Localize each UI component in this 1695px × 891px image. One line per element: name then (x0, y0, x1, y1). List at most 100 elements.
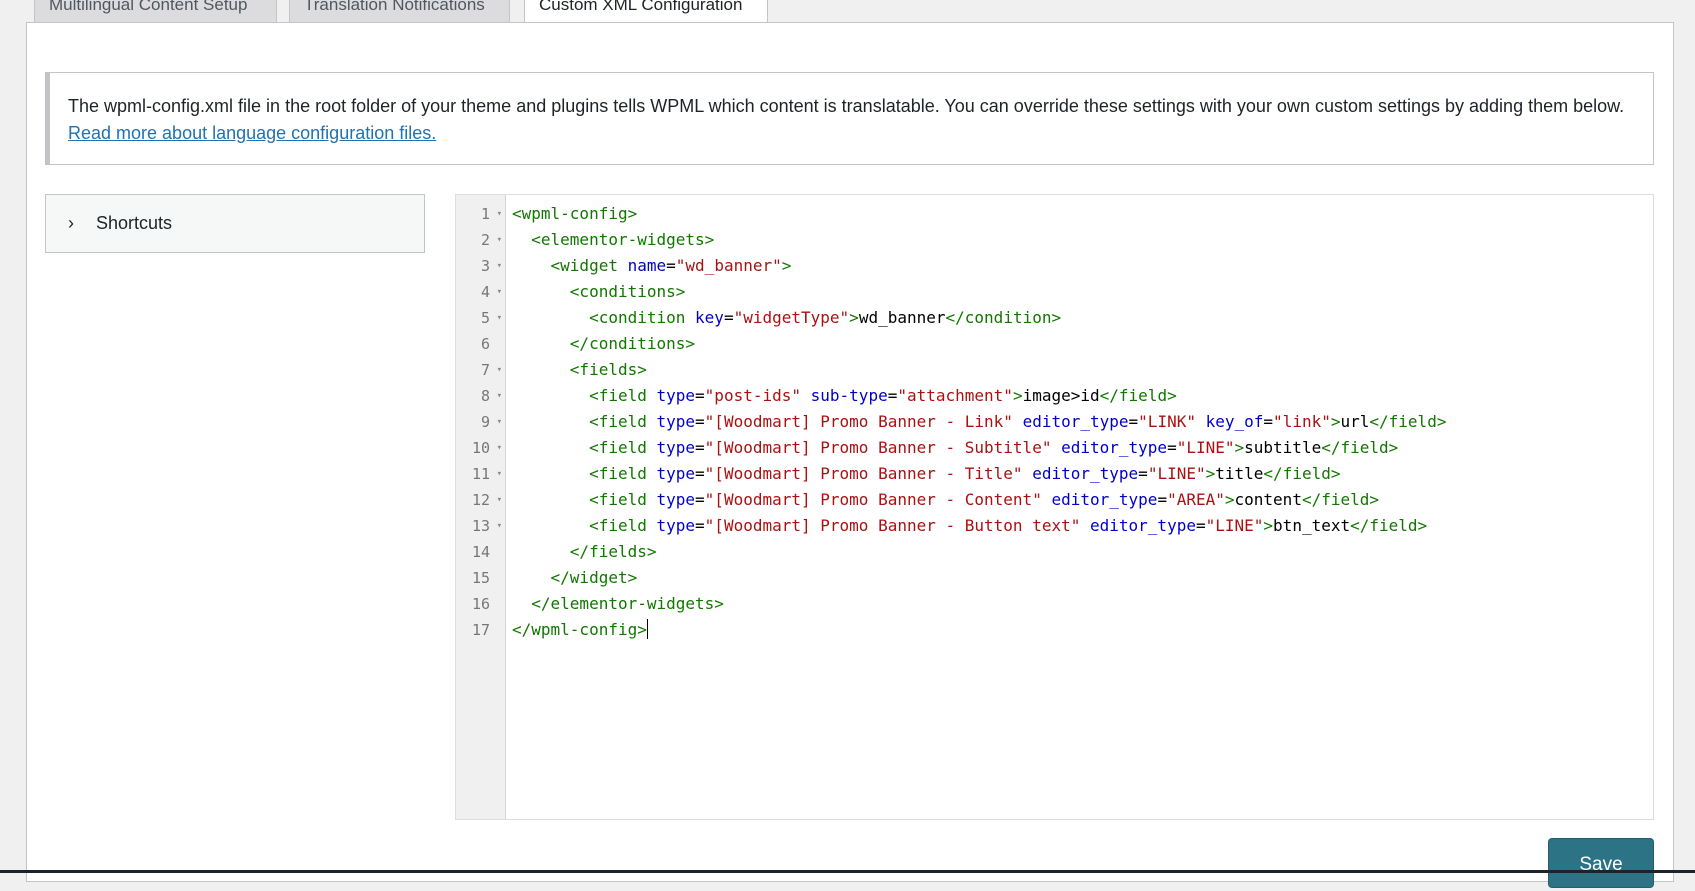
code-token: = (695, 386, 705, 405)
line-number: 8 ▾ (456, 383, 506, 409)
code-token: </fields> (569, 542, 657, 561)
code-token: > (1205, 464, 1216, 483)
code-token: "LINE" (1147, 464, 1206, 483)
line-number: 2 ▾ (456, 227, 506, 253)
line-number-label: 3 (480, 257, 490, 275)
code-token: </field> (1301, 490, 1380, 509)
code-token: "link" (1273, 412, 1331, 431)
code-token: = (666, 256, 676, 275)
code-token: > (1012, 386, 1023, 405)
line-number: 14 (456, 539, 506, 565)
code-token: "post-ids" (704, 386, 801, 405)
line-number-label: 13 (471, 517, 490, 535)
text-caret (646, 619, 648, 639)
code-token: type (656, 516, 696, 535)
chevron-right-icon: › (68, 213, 74, 233)
code-token: editor_type (1032, 464, 1139, 483)
code-line: </wpml-config> (512, 617, 648, 643)
fold-arrow-icon[interactable]: ▾ (497, 201, 502, 227)
xml-code-editor[interactable]: 1 ▾ 2 ▾ 3 ▾ 4 ▾ 5 ▾ 6 7 ▾ 8 ▾ 9 ▾ 10 ▾ 11 ▾ 12 ▾ 13 ▾ 14 15 16 17 <w… (455, 194, 1654, 820)
line-number-label: 1 (480, 205, 490, 223)
code-token: editor_type (1061, 438, 1168, 457)
fold-arrow-icon[interactable]: ▾ (497, 279, 502, 305)
code-token: = (695, 516, 705, 535)
fold-arrow-icon[interactable]: ▾ (497, 461, 502, 487)
line-number: 15 (456, 565, 506, 591)
fold-arrow-icon[interactable]: ▾ (497, 357, 502, 383)
fold-arrow-icon[interactable]: ▾ (497, 305, 502, 331)
code-token: editor_type (1090, 516, 1196, 535)
fold-arrow-icon[interactable]: ▾ (497, 253, 502, 279)
code-token: type (656, 412, 696, 431)
code-token: "LINE" (1176, 438, 1235, 457)
code-token: = (887, 386, 898, 405)
tab-multilingual-content-setup[interactable]: Multilingual Content Setup (34, 0, 277, 22)
code-line: <field type="[Woodmart] Promo Banner - T… (512, 461, 1340, 487)
code-token: image>id (1022, 386, 1100, 405)
code-token: </field> (1099, 386, 1177, 405)
language-config-link[interactable]: Read more about language configuration f… (68, 123, 436, 143)
code-line: </elementor-widgets> (512, 591, 724, 617)
fold-arrow-icon[interactable]: ▾ (497, 409, 502, 435)
code-token: <widget (550, 256, 618, 275)
code-token: <wpml-config> (512, 204, 638, 223)
code-token: </widget> (550, 568, 638, 587)
code-token: = (1157, 490, 1168, 509)
code-token: </field> (1350, 516, 1428, 535)
code-line: <fields> (512, 357, 647, 383)
fold-arrow-icon[interactable]: ▾ (497, 513, 502, 539)
code-token: wd_banner (858, 308, 946, 327)
line-number: 1 ▾ (456, 201, 506, 227)
line-number-label: 15 (471, 569, 490, 587)
line-number-label: 12 (471, 491, 490, 509)
code-token: </wpml-config> (512, 620, 647, 639)
fold-arrow-icon[interactable]: ▾ (497, 227, 502, 253)
code-line: <wpml-config> (512, 201, 637, 227)
code-token: </conditions> (569, 334, 696, 353)
code-token: = (1195, 516, 1206, 535)
code-token: key_of (1205, 412, 1264, 431)
code-token: </condition> (945, 308, 1062, 327)
save-button[interactable]: Save (1548, 838, 1654, 888)
code-line: <condition key="widgetType">wd_banner</c… (512, 305, 1061, 331)
code-token: = (695, 464, 705, 483)
code-token: "[Woodmart] Promo Banner - Content" (704, 490, 1042, 509)
code-line: </fields> (512, 539, 657, 565)
code-token: = (1138, 464, 1148, 483)
line-number: 5 ▾ (456, 305, 506, 331)
code-token: title (1215, 464, 1264, 483)
code-token: "[Woodmart] Promo Banner - Button text" (704, 516, 1081, 535)
line-number: 7 ▾ (456, 357, 506, 383)
line-number-gutter: 1 ▾ 2 ▾ 3 ▾ 4 ▾ 5 ▾ 6 7 ▾ 8 ▾ 9 ▾ 10 ▾ 11 ▾ 12 ▾ 13 ▾ 14 15 16 17 (456, 195, 506, 819)
code-token: type (656, 464, 696, 483)
code-token: <elementor-widgets> (531, 230, 715, 249)
code-token: = (695, 438, 705, 457)
fold-arrow-icon[interactable]: ▾ (497, 435, 502, 461)
fold-arrow-icon[interactable]: ▾ (497, 383, 502, 409)
code-token: editor_type (1051, 490, 1158, 509)
code-token: > (1263, 516, 1274, 535)
code-token: type (656, 438, 696, 457)
fold-arrow-icon[interactable]: ▾ (497, 487, 502, 513)
line-number: 4 ▾ (456, 279, 506, 305)
code-token: key (695, 308, 724, 327)
tab-custom-xml-configuration[interactable]: Custom XML Configuration (524, 0, 768, 23)
code-line: </widget> (512, 565, 638, 591)
code-token: </field> (1369, 412, 1447, 431)
code-token: url (1340, 412, 1370, 431)
line-number: 17 (456, 617, 506, 643)
shortcuts-toggle[interactable]: › Shortcuts (45, 194, 425, 253)
code-token: <conditions> (569, 282, 686, 301)
line-number: 3 ▾ (456, 253, 506, 279)
tab-translation-notifications[interactable]: Translation Notifications (289, 0, 510, 22)
code-token: = (695, 412, 705, 431)
code-token: <condition (589, 308, 686, 327)
